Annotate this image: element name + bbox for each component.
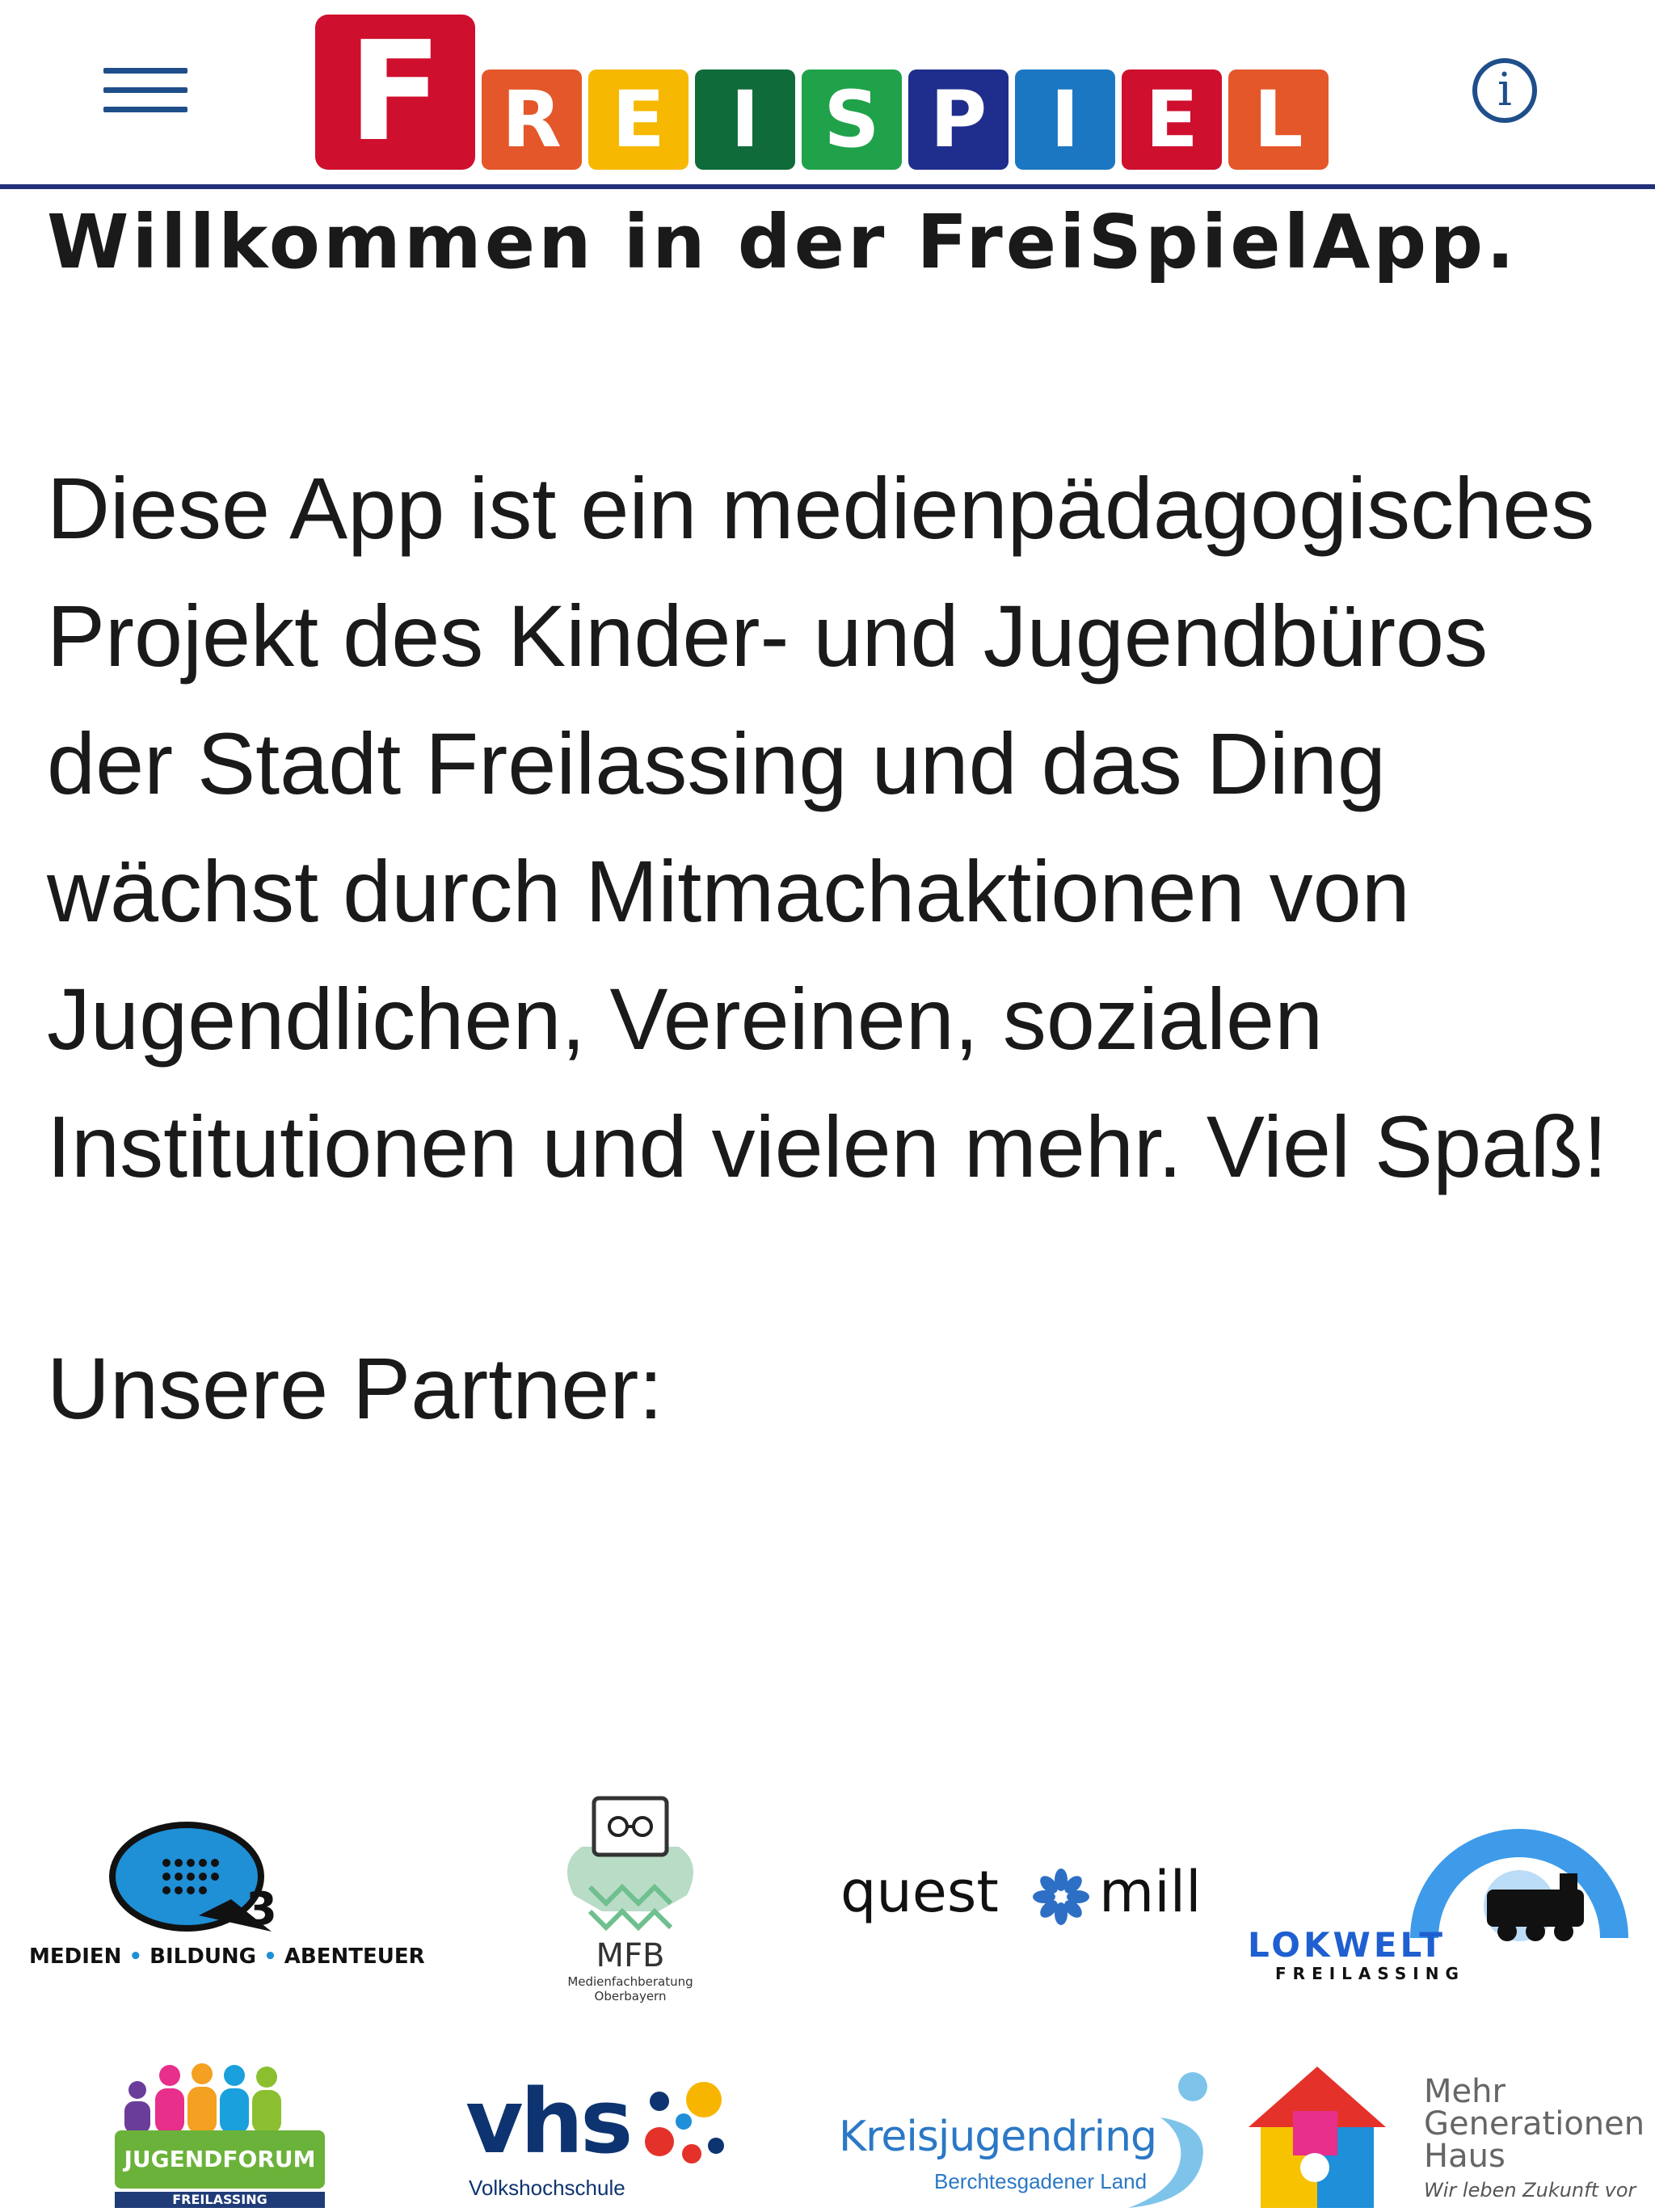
partner-questmill-logo[interactable]: quest mill [840, 1859, 1220, 1932]
mfb-sub-2: Oberbayern [594, 1989, 667, 2003]
q3-tagline: MEDIEN • BILDUNG • ABENTEUER [29, 1944, 425, 1969]
info-circle-icon: i [1497, 64, 1512, 116]
logo-letter-tile: L [1228, 70, 1329, 170]
q3-tagline-dot: • [128, 1944, 143, 1969]
hamburger-icon-line [103, 87, 187, 93]
partner-mfb-logo[interactable]: MFB Medienfachberatung Oberbayern [525, 1790, 735, 2008]
app-header: FREISPIEL i [0, 0, 1655, 189]
mgh-tagline: Wir leben Zukunft vor [1424, 2179, 1636, 2201]
hamburger-icon-line [103, 68, 187, 74]
logo-letter-tile: E [1122, 70, 1222, 170]
q3-tagline-dot: • [263, 1944, 277, 1969]
mgh-line-2: Generationen [1424, 2105, 1645, 2142]
kreisjugendring-sub: Berchtesgadener Land [934, 2169, 1148, 2193]
jugendforum-people-icon [124, 2063, 281, 2134]
jugendforum-sub: FREILASSING [115, 2192, 325, 2208]
q3-tagline-word: ABENTEUER [284, 1944, 425, 1969]
intro-text: Diese App ist ein medienpädagogisches Pr… [47, 459, 1608, 1195]
partner-jugendforum-logo[interactable]: JUGENDFORUM FREILASSING [113, 2062, 325, 2208]
main-content: Willkommen in der FreiSpielApp. Diese Ap… [47, 194, 1631, 1437]
q3-tagline-word: MEDIEN [29, 1944, 122, 1969]
mgh-house-icon [1249, 2067, 1386, 2208]
partner-vhs-logo[interactable]: vhs Volkshochschule [465, 2077, 740, 2208]
kreisjugendring-name: Kreisjugendring [839, 2113, 1157, 2161]
logo-letter-tile: P [908, 70, 1009, 170]
q3-tagline-word: BILDUNG [149, 1944, 257, 1969]
welcome-headline: Willkommen in der FreiSpielApp. [47, 199, 1518, 285]
info-button[interactable]: i [1472, 58, 1537, 123]
partner-q3-logo[interactable]: 3 MEDIEN • BILDUNG • ABENTEUER [29, 1818, 425, 1980]
questmill-flower-icon [1033, 1869, 1089, 1925]
questmill-left: quest [840, 1859, 999, 1925]
q3-badge: 3 [246, 1883, 277, 1936]
freispiel-logo: FREISPIEL [315, 12, 1341, 172]
hamburger-icon-line [103, 107, 187, 112]
logo-letter-tile: F [315, 12, 475, 172]
mfb-name: MFB [596, 1937, 665, 1974]
logo-letter-tile: I [695, 70, 795, 170]
partners-title: Unsere Partner: [47, 1339, 663, 1437]
lokwelt-sub: FREILASSING [1275, 1964, 1465, 1983]
lokwelt-name: LOKWELT [1248, 1925, 1446, 1965]
mfb-sub-1: Medienfachberatung [567, 1974, 693, 1989]
mgh-line-3: Haus [1424, 2138, 1506, 2175]
menu-button[interactable] [103, 65, 187, 116]
logo-letter-tile: E [588, 70, 689, 170]
vhs-sub: Volkshochschule [469, 2176, 625, 2200]
partner-mgh-logo[interactable]: Mehr Generationen Haus Wir leben Zukunft… [1244, 2062, 1644, 2208]
partner-kreisjugendring-logo[interactable]: Kreisjugendring Berchtesgadener Land [837, 2069, 1217, 2208]
logo-letter-tile: I [1015, 70, 1115, 170]
partner-lokwelt-logo[interactable]: LOKWELT FREILASSING [1244, 1809, 1632, 1987]
mfb-figure-icon [567, 1796, 693, 1932]
logo-letter-tile: R [482, 70, 582, 170]
vhs-name: vhs [465, 2070, 633, 2173]
mgh-line-1: Mehr [1424, 2073, 1506, 2110]
logo-letter-tile: S [802, 70, 902, 170]
vhs-dots-icon [645, 2082, 724, 2164]
questmill-right: mill [1099, 1859, 1202, 1925]
jugendforum-name: JUGENDFORUM [115, 2130, 325, 2189]
